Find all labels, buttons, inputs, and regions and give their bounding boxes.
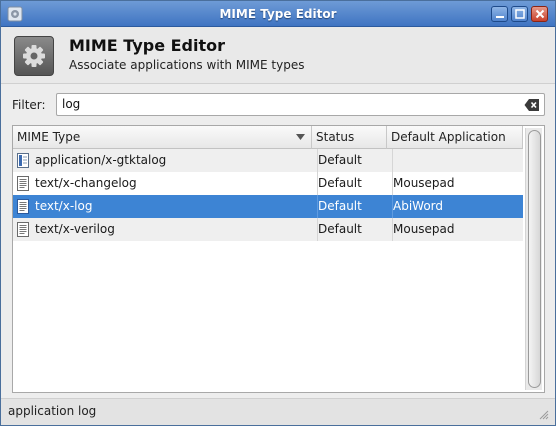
close-icon [535,9,545,19]
mime-type-list[interactable]: MIME Type Status Default Application app… [12,125,545,393]
application-text: AbiWord [393,199,444,213]
status-bar-text: application log [8,404,97,418]
maximize-button[interactable] [511,6,528,22]
status-text: Default [318,222,362,236]
status-cell: Default [317,172,387,195]
default-application-cell: Mousepad [392,218,522,241]
mime-type-cell: text/x-changelog [35,176,137,190]
application-text: Mousepad [393,222,455,236]
filter-input[interactable]: log [56,93,545,116]
text-file-icon [17,222,29,237]
app-window: MIME Type Editor MIME Type Editor Associ… [0,0,556,426]
header-title: MIME Type Editor [69,36,226,55]
header-subtitle: Associate applications with MIME types [69,58,305,72]
minimize-icon [496,16,504,18]
scrollbar-thumb[interactable] [528,130,541,388]
column-header-default-application[interactable]: Default Application [387,126,523,149]
sort-descending-icon [296,134,305,140]
table-rows: application/x-gtktalog Default text/x-ch… [13,149,523,241]
column-header-mime-type[interactable]: MIME Type [13,126,312,149]
dialog-header: MIME Type Editor Associate applications … [1,27,555,84]
resize-grip-icon[interactable] [539,410,549,420]
default-application-cell: AbiWord [392,195,522,218]
mime-type-cell: application/x-gtktalog [35,153,167,167]
close-button[interactable] [531,6,548,22]
status-cell: Default [317,149,387,172]
vertical-scrollbar[interactable] [525,128,542,390]
column-header-status[interactable]: Status [312,126,387,149]
text-file-icon [17,176,29,191]
column-header-label: Default Application [391,130,506,144]
mime-type-cell: text/x-log [35,199,93,213]
default-application-cell [392,149,522,172]
status-bar: application log [1,398,555,425]
table-row-selected[interactable]: text/x-log Default AbiWord [13,195,523,218]
column-header-label: MIME Type [17,130,81,144]
status-text: Default [318,176,362,190]
window-title: MIME Type Editor [219,7,337,21]
mime-type-cell: text/x-verilog [35,222,115,236]
gear-icon [14,36,54,76]
column-header-label: Status [316,130,355,144]
status-text: Default [318,153,362,167]
status-cell: Default [317,218,387,241]
minimize-button[interactable] [491,6,508,22]
filter-value[interactable]: log [62,97,80,111]
default-application-cell: Mousepad [392,172,522,195]
application-text: Mousepad [393,176,455,190]
maximize-icon [515,9,525,19]
text-file-icon [17,199,29,214]
filter-label: Filter: [12,98,46,112]
clear-backspace-icon[interactable] [524,98,540,112]
binary-file-icon [17,153,29,168]
table-row[interactable]: text/x-changelog Default Mousepad [13,172,523,195]
status-cell: Default [317,195,387,218]
status-text: Default [318,199,362,213]
table-row[interactable]: text/x-verilog Default Mousepad [13,218,523,241]
table-row[interactable]: application/x-gtktalog Default [13,149,523,172]
title-bar[interactable]: MIME Type Editor [1,1,555,27]
